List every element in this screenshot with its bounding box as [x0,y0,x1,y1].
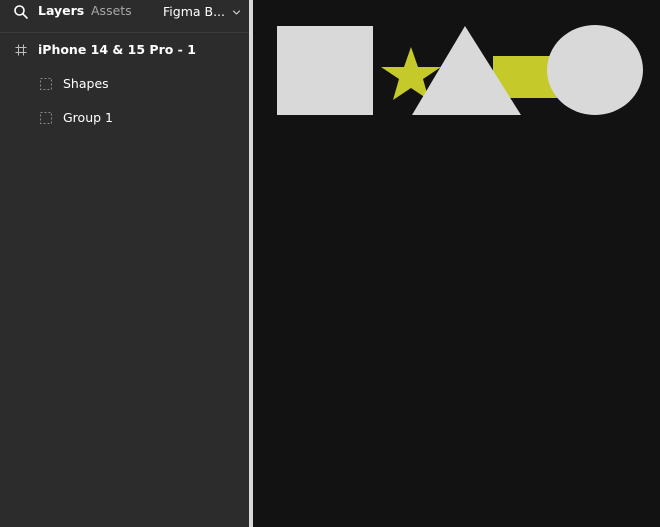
frame-icon [15,44,27,56]
layers-panel: Layers Assets Figma B... iPhone 14 & 15 … [0,0,249,527]
design-canvas[interactable] [253,0,660,527]
layer-label: Shapes [63,76,109,91]
chevron-down-icon [232,9,241,15]
tab-assets[interactable]: Assets [91,4,132,18]
tab-assets-label: Assets [91,3,132,18]
layer-label: Group 1 [63,110,113,125]
layer-row-frame[interactable]: iPhone 14 & 15 Pro - 1 [0,35,249,65]
tab-layers-label: Layers [38,3,85,18]
file-switcher[interactable]: Figma B... [163,4,241,20]
square-shape[interactable] [277,26,373,115]
file-name: Figma B... [163,4,225,19]
figma-workspace: Layers Assets Figma B... iPhone 14 & 15 … [0,0,660,527]
circle-shape[interactable] [547,25,643,115]
layer-label: iPhone 14 & 15 Pro - 1 [38,42,196,57]
tab-layers[interactable]: Layers [38,4,84,18]
group-icon [40,78,52,90]
layer-row-shapes[interactable]: Shapes [0,69,249,99]
search-icon[interactable] [13,4,29,20]
group-icon [40,112,52,124]
shapes-layer [277,25,643,115]
panel-header: Layers Assets Figma B... [0,0,249,33]
layer-row-group-1[interactable]: Group 1 [0,103,249,133]
